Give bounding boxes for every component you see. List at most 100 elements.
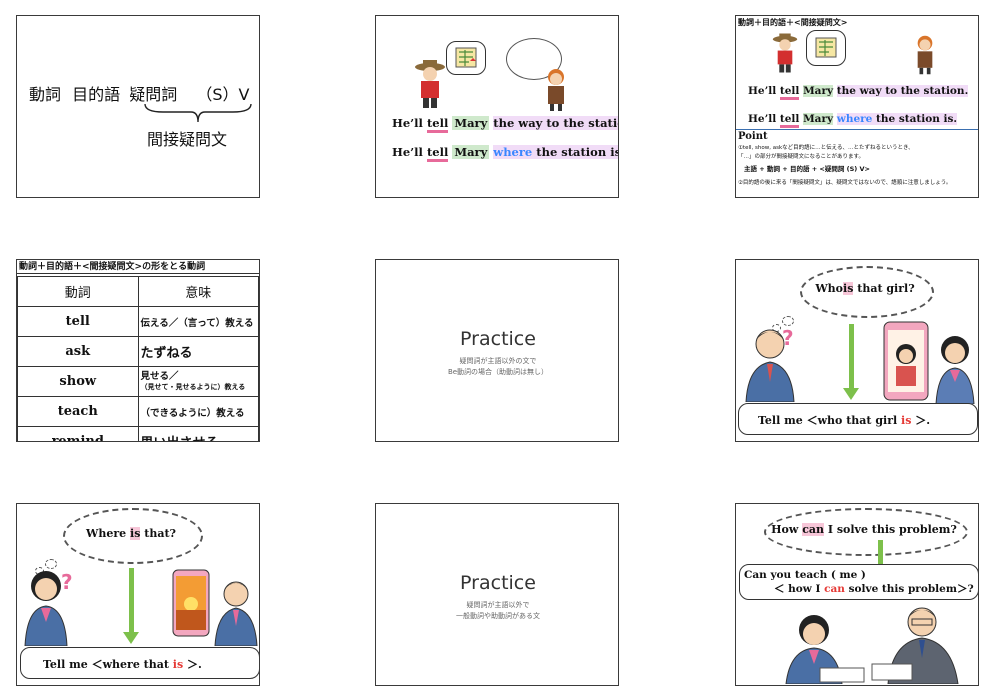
- slide-title: 動詞＋目的語＋<間接疑問文>の形をとる動詞: [17, 260, 259, 274]
- table-row: tell 伝える／（言って）教える: [17, 306, 259, 337]
- subject-word: He’ll: [392, 116, 423, 130]
- slide-thumbnail-5[interactable]: Practice 疑問詞が主語以外の文で Be動詞の場合（助動詞は無し）: [375, 259, 619, 442]
- sunset-phone-icon: [172, 569, 210, 637]
- subtitle-line-2: 一般動詞や助動詞がある文: [456, 612, 540, 620]
- answer-verb: can: [824, 583, 845, 595]
- table-row: teach （できるように）教える: [17, 396, 259, 427]
- question-rest: that?: [144, 527, 176, 540]
- direct-object-phrase: the way to the station.: [836, 85, 969, 97]
- question-text: How can I solve this problem?: [764, 523, 964, 536]
- object-word: Mary: [452, 145, 490, 159]
- slide-thumbnail-8[interactable]: Practice 疑問詞が主語以外で 一般動詞や助動詞がある文: [375, 503, 619, 686]
- arrow-shaft: [129, 568, 134, 634]
- smartphone-icon: [883, 321, 929, 401]
- verb-table: 動詞 意味 tell 伝える／（言って）教える ask たずねる show 見せ…: [17, 276, 259, 441]
- slide-subtitle: 疑問詞が主語以外で 一般動詞や助動詞がある文: [376, 600, 618, 622]
- question-mark-icon: ?: [61, 570, 73, 594]
- table-row: show 見せる／ （見せて・見せるように）教える: [17, 366, 259, 397]
- schoolgirl-character-icon: [935, 336, 975, 404]
- meaning-line-2: （見せて・見せるように）教える: [140, 382, 246, 391]
- verb-word: tell: [426, 145, 449, 162]
- teacher-character-icon: [871, 607, 959, 684]
- answer-verb: is: [172, 658, 184, 671]
- meaning-cell: たずねる: [137, 336, 259, 367]
- meaning-cell: （できるように）教える: [137, 396, 259, 427]
- slide-title: 動詞＋目的語＋<間接疑問文>: [738, 18, 848, 27]
- question-rest: that girl?: [857, 282, 915, 295]
- boy-character-icon: [214, 581, 258, 646]
- slide-thumbnail-1[interactable]: 動詞 目的語 疑問詞 （S）V 間接疑問文: [16, 15, 260, 198]
- table-header-row: 動詞 意味: [17, 276, 259, 307]
- subtitle-line-1: 疑問詞が主語以外の文で: [459, 357, 537, 365]
- verb-cell: show: [17, 366, 139, 397]
- ranger-character-icon: [415, 60, 445, 108]
- answer-line-1: Can you teach ( me ): [744, 569, 866, 581]
- column-header-meaning: 意味: [137, 276, 259, 307]
- slide-thumbnail-4[interactable]: 動詞＋目的語＋<間接疑問文>の形をとる動詞 動詞 意味 tell 伝える／（言っ…: [16, 259, 260, 442]
- meaning-cell: 伝える／（言って）教える: [137, 306, 259, 337]
- slide-thumbnail-6[interactable]: Whois that girl? ? Tell me ＜who that gir…: [735, 259, 979, 442]
- slide-title: Practice: [460, 572, 536, 594]
- answer-text: Tell me ＜where that is ＞.: [43, 656, 202, 672]
- interrogative-word: where: [836, 113, 873, 125]
- meaning-cell: 思い出させる: [137, 426, 259, 441]
- table-row: remind 思い出させる: [17, 426, 259, 441]
- slide-thumbnail-7[interactable]: Where is that? ? Tell me ＜where that is …: [16, 503, 260, 686]
- girl-character-icon: [917, 35, 933, 75]
- example-sentence-1: He’ll tell Mary the way to the station.: [392, 116, 618, 133]
- slide-title: Practice: [460, 328, 536, 350]
- girl-studying-icon: [785, 615, 865, 684]
- object-word: Mary: [803, 113, 834, 125]
- meaning-line-1: 見せる／: [140, 370, 179, 382]
- indirect-question-phrase: the station is.: [876, 113, 958, 125]
- verb-cell: tell: [17, 306, 139, 337]
- subject-word: He’ll: [748, 85, 777, 97]
- slide-thumbnail-3[interactable]: 動詞＋目的語＋<間接疑問文> He’ll tell Mary the way t…: [735, 15, 979, 198]
- meaning-cell: 見せる／ （見せて・見せるように）教える: [137, 366, 259, 397]
- subtitle-line-2: Be動詞の場合（助動詞は無し）: [447, 368, 549, 376]
- question-word: How: [771, 523, 799, 536]
- subtitle-line-1: 疑問詞が主語以外で: [466, 601, 530, 609]
- ranger-character-icon: [772, 33, 798, 73]
- question-word: Who: [815, 282, 844, 295]
- direct-object-phrase: the way to the station.: [493, 116, 618, 130]
- question-verb: is: [130, 527, 141, 540]
- answer-start: Tell me ＜where that: [43, 658, 169, 671]
- map-speech-bubble: [806, 30, 846, 66]
- answer-text: Tell me ＜who that girl is ＞.: [758, 412, 930, 428]
- question-rest: I solve this problem?: [827, 523, 957, 536]
- map-icon: [815, 37, 837, 58]
- answer-end: solve this problem＞?: [848, 583, 974, 595]
- point-text: ①tell, show, askなど目的語に…と伝える、…とたずねるというとき、…: [738, 144, 978, 188]
- question-text: Whois that girl?: [800, 282, 930, 295]
- indirect-question-phrase: the station is.: [536, 145, 619, 159]
- slide-thumbnail-9[interactable]: How can I solve this problem? Can you te…: [735, 503, 979, 686]
- answer-text: Can you teach ( me ) ＜ how I can solve t…: [744, 568, 974, 596]
- verb-cell: teach: [17, 396, 139, 427]
- answer-end: ＞.: [915, 414, 931, 427]
- divider: [736, 129, 978, 130]
- point-2: ②目的語の後に来る「間接疑問文」は、疑問文ではないので、語順に注意しましょう。: [738, 180, 952, 186]
- arrow-down-icon: [843, 388, 859, 400]
- point-1: ①tell, show, askなど目的語に…と伝える、…とたずねるというとき、: [738, 145, 914, 151]
- answer-start: Tell me ＜who that girl: [758, 414, 898, 427]
- arrow-down-icon: [123, 632, 139, 644]
- point-1b: 「…」の部分が間接疑問文になることがあります。: [738, 154, 864, 160]
- map-speech-bubble: [446, 41, 486, 75]
- question-text: Where is that?: [63, 527, 199, 540]
- verb-cell: ask: [17, 336, 139, 367]
- verb-word: tell: [426, 116, 449, 133]
- object-label: 目的語: [72, 85, 121, 104]
- map-icon: [455, 47, 477, 68]
- curly-brace-icon: [144, 103, 252, 123]
- question-verb: can: [802, 523, 825, 536]
- table-row: ask たずねる: [17, 336, 259, 367]
- column-header-verb: 動詞: [17, 276, 139, 307]
- subject-word: He’ll: [748, 113, 777, 125]
- object-word: Mary: [803, 85, 834, 97]
- answer-verb: is: [901, 414, 912, 427]
- interrogative-word: where: [493, 145, 533, 159]
- question-verb: is: [843, 282, 854, 295]
- slide-thumbnail-2[interactable]: He’ll tell Mary the way to the station. …: [375, 15, 619, 198]
- object-word: Mary: [452, 116, 490, 130]
